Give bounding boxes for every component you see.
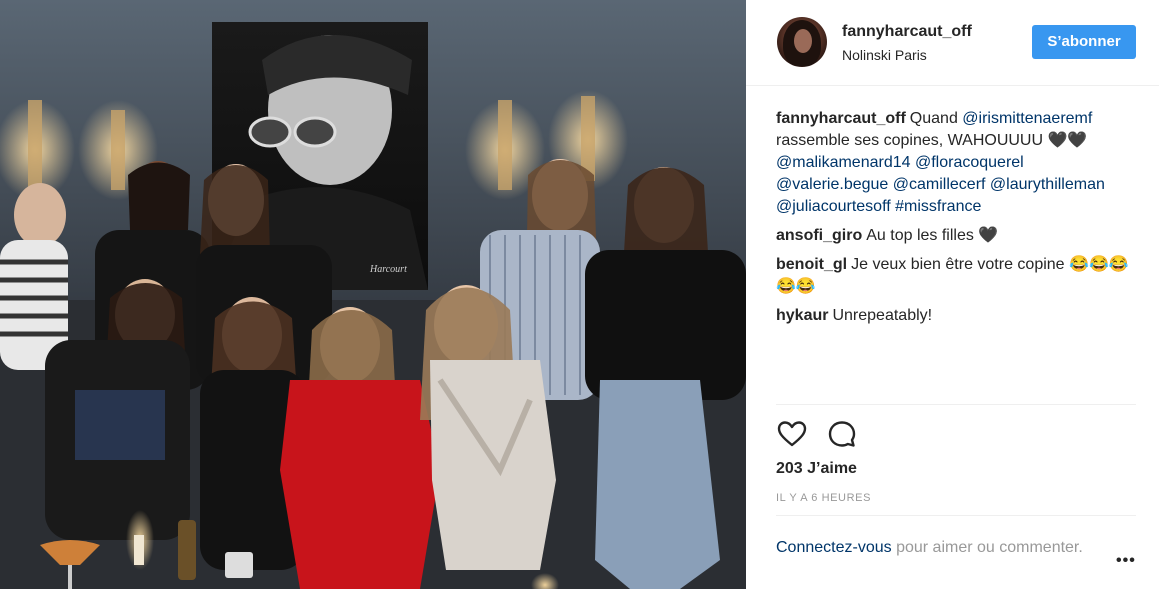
svg-text:Harcourt: Harcourt [369, 264, 407, 275]
post-sidebar: fannyharcaut_off Nolinski Paris S’abonne… [746, 0, 1159, 589]
comment-item: ansofi_giro Au top les filles 🖤 [776, 225, 1136, 247]
login-link[interactable]: Connectez-vous [776, 539, 892, 556]
comment-text: Au top les filles 🖤 [866, 227, 999, 244]
group-photo-illustration: Harcourt [0, 0, 746, 589]
heart-outline-icon[interactable] [776, 418, 808, 450]
avatar[interactable] [777, 17, 827, 67]
comment-item: benoit_gl Je veux bien être votre copine … [776, 254, 1136, 298]
login-text: pour aimer ou commenter. [891, 539, 1083, 556]
caption-fragment: Quand [909, 110, 963, 127]
mention-link[interactable]: @valerie.begue [776, 176, 888, 193]
mention-link[interactable]: @irismittenaeremf [962, 110, 1092, 127]
login-divider [776, 515, 1136, 516]
caption-username[interactable]: fannyharcaut_off [776, 110, 906, 127]
comment-text: Unrepeatably! [832, 307, 933, 324]
caption-fragment: rassemble ses copines, WAHOUUUU 🖤🖤 [776, 132, 1088, 149]
mention-link[interactable]: @malikamenard14 [776, 154, 911, 171]
likes-count[interactable]: 203 J’aime [776, 460, 857, 478]
comment-username[interactable]: benoit_gl [776, 256, 847, 273]
post-header: fannyharcaut_off Nolinski Paris S’abonne… [746, 0, 1159, 86]
caption: fannyharcaut_off Quand @irismittenaeremf … [776, 108, 1136, 218]
comment-username[interactable]: ansofi_giro [776, 227, 862, 244]
comment-item: hykaur Unrepeatably! [776, 305, 1136, 327]
post-username[interactable]: fannyharcaut_off [842, 23, 972, 41]
mention-link[interactable]: @floracoquerel [915, 154, 1024, 171]
login-prompt: Connectez-vous pour aimer ou commenter. [776, 537, 1096, 559]
follow-button[interactable]: S’abonner [1032, 25, 1136, 59]
post-photo[interactable]: Harcourt [0, 0, 746, 589]
comment-username[interactable]: hykaur [776, 307, 828, 324]
post-timestamp[interactable]: IL Y A 6 HEURES [776, 492, 871, 504]
speech-bubble-icon[interactable] [826, 418, 858, 450]
action-bar [776, 418, 872, 450]
mention-link[interactable]: @camillecerf [893, 176, 986, 193]
mention-link[interactable]: @juliacourtesoff [776, 198, 891, 215]
mention-link[interactable]: #missfrance [895, 198, 981, 215]
actions-divider [776, 404, 1136, 405]
post-location[interactable]: Nolinski Paris [842, 47, 927, 63]
mention-link[interactable]: @laurythilleman [990, 176, 1105, 193]
comments-list: fannyharcaut_off Quand @irismittenaeremf … [776, 108, 1136, 334]
ellipsis-icon[interactable]: ••• [1116, 552, 1136, 570]
